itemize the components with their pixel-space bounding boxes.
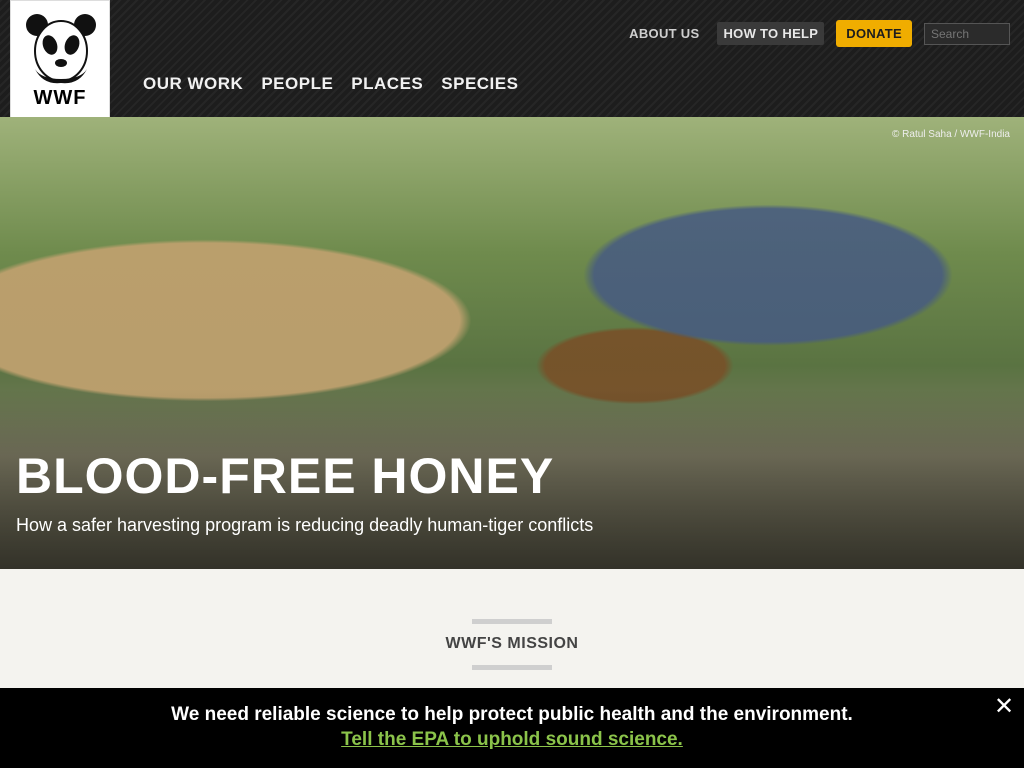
nav-about-us[interactable]: ABOUT US bbox=[623, 22, 705, 45]
main-nav: OUR WORK PEOPLE PLACES SPECIES bbox=[137, 72, 530, 96]
close-icon[interactable]: ✕ bbox=[992, 694, 1016, 718]
banner-message: We need reliable science to help protect… bbox=[171, 704, 853, 725]
mission-section: WWF's Mission bbox=[0, 569, 1024, 688]
nav-species[interactable]: SPECIES bbox=[435, 72, 524, 96]
search-input[interactable] bbox=[924, 22, 1010, 45]
divider bbox=[472, 665, 552, 670]
nav-our-work[interactable]: OUR WORK bbox=[137, 72, 249, 96]
site-header: WWF ABOUT US HOW TO HELP DONATE OUR WORK… bbox=[0, 0, 1024, 119]
banner-cta: Tell the EPA to uphold sound science. bbox=[0, 729, 1024, 751]
donate-button[interactable]: DONATE bbox=[836, 20, 912, 47]
hero-subtitle: How a safer harvesting program is reduci… bbox=[16, 515, 594, 535]
nav-people[interactable]: PEOPLE bbox=[255, 72, 339, 96]
panda-icon bbox=[26, 14, 96, 84]
nav-places[interactable]: PLACES bbox=[345, 72, 429, 96]
divider bbox=[472, 619, 552, 624]
logo-text: WWF bbox=[33, 87, 87, 109]
banner-cta-link[interactable]: Tell the EPA to uphold sound science. bbox=[341, 729, 683, 750]
photo-credit: © Ratul Saha / WWF-India bbox=[892, 129, 1010, 140]
hero-heading[interactable]: Blood-Free Honey bbox=[16, 447, 554, 505]
alert-banner: We need reliable science to help protect… bbox=[0, 688, 1024, 768]
utility-nav: ABOUT US HOW TO HELP DONATE bbox=[623, 20, 1010, 47]
hero-image: © Ratul Saha / WWF-India Blood-Free Hone… bbox=[0, 117, 1024, 569]
nav-how-to-help[interactable]: HOW TO HELP bbox=[717, 22, 825, 45]
mission-label: WWF's Mission bbox=[445, 635, 579, 652]
wwf-logo[interactable]: WWF bbox=[10, 0, 110, 119]
